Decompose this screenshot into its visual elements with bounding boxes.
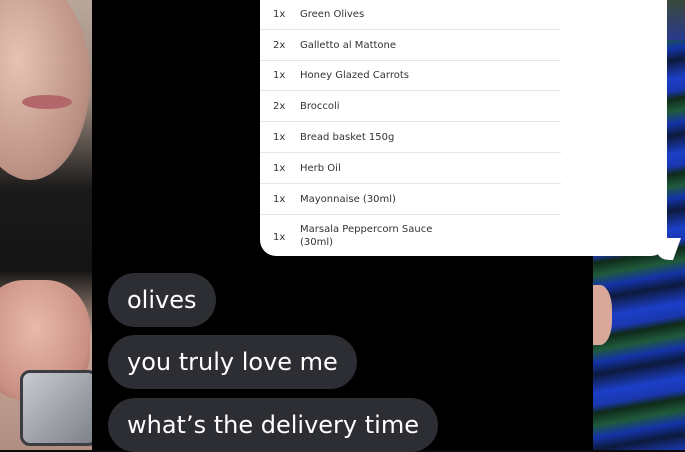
order-item-qty: 2x [273, 40, 286, 51]
order-item-name: Honey Glazed Carrots [300, 70, 409, 81]
order-item-qty: 2x [273, 101, 286, 112]
handheld-device [20, 370, 98, 446]
chat-message[interactable]: olives [108, 273, 216, 327]
row-divider [260, 121, 561, 122]
order-item: 2x Broccoli [260, 92, 667, 122]
order-item-name: Broccoli [300, 101, 340, 112]
row-divider [260, 183, 561, 184]
order-item: 1x Bread basket 150g [260, 123, 667, 153]
chat-screen: 1x Green Olives 2x Galletto al Mattone 1… [92, 0, 682, 452]
person-face [0, 0, 90, 180]
order-item: 1x Herb Oil [260, 154, 667, 184]
order-item-qty: 1x [273, 232, 286, 243]
order-item-name: Mayonnaise (30ml) [300, 194, 396, 205]
order-item-qty: 1x [273, 194, 286, 205]
order-item-qty: 1x [273, 70, 286, 81]
order-item-name: Bread basket 150g [300, 132, 395, 143]
order-item: 1x Mayonnaise (30ml) [260, 185, 667, 215]
order-item: 1x Honey Glazed Carrots [260, 61, 667, 91]
order-item-name: Herb Oil [300, 163, 341, 174]
person-lips [22, 95, 72, 109]
row-divider [260, 214, 561, 215]
order-item-qty: 1x [273, 163, 286, 174]
row-divider [260, 90, 561, 91]
row-divider [260, 152, 561, 153]
order-item: 2x Galletto al Mattone [260, 31, 667, 61]
order-item: 1x Marsala Peppercorn Sauce (30ml) [260, 219, 667, 253]
background-video-left [0, 0, 98, 450]
chat-message[interactable]: you truly love me [108, 335, 357, 389]
order-item-name: Green Olives [300, 9, 365, 20]
order-item-qty: 1x [273, 9, 286, 20]
order-item-qty: 1x [273, 132, 286, 143]
row-divider [260, 29, 561, 30]
order-summary-bubble[interactable]: 1x Green Olives 2x Galletto al Mattone 1… [260, 0, 682, 260]
order-item-name: Galletto al Mattone [300, 40, 397, 51]
chat-message[interactable]: what’s the delivery time [108, 398, 438, 452]
order-item-name: Marsala Peppercorn Sauce (30ml) [300, 224, 433, 248]
order-item: 1x Green Olives [260, 0, 667, 30]
